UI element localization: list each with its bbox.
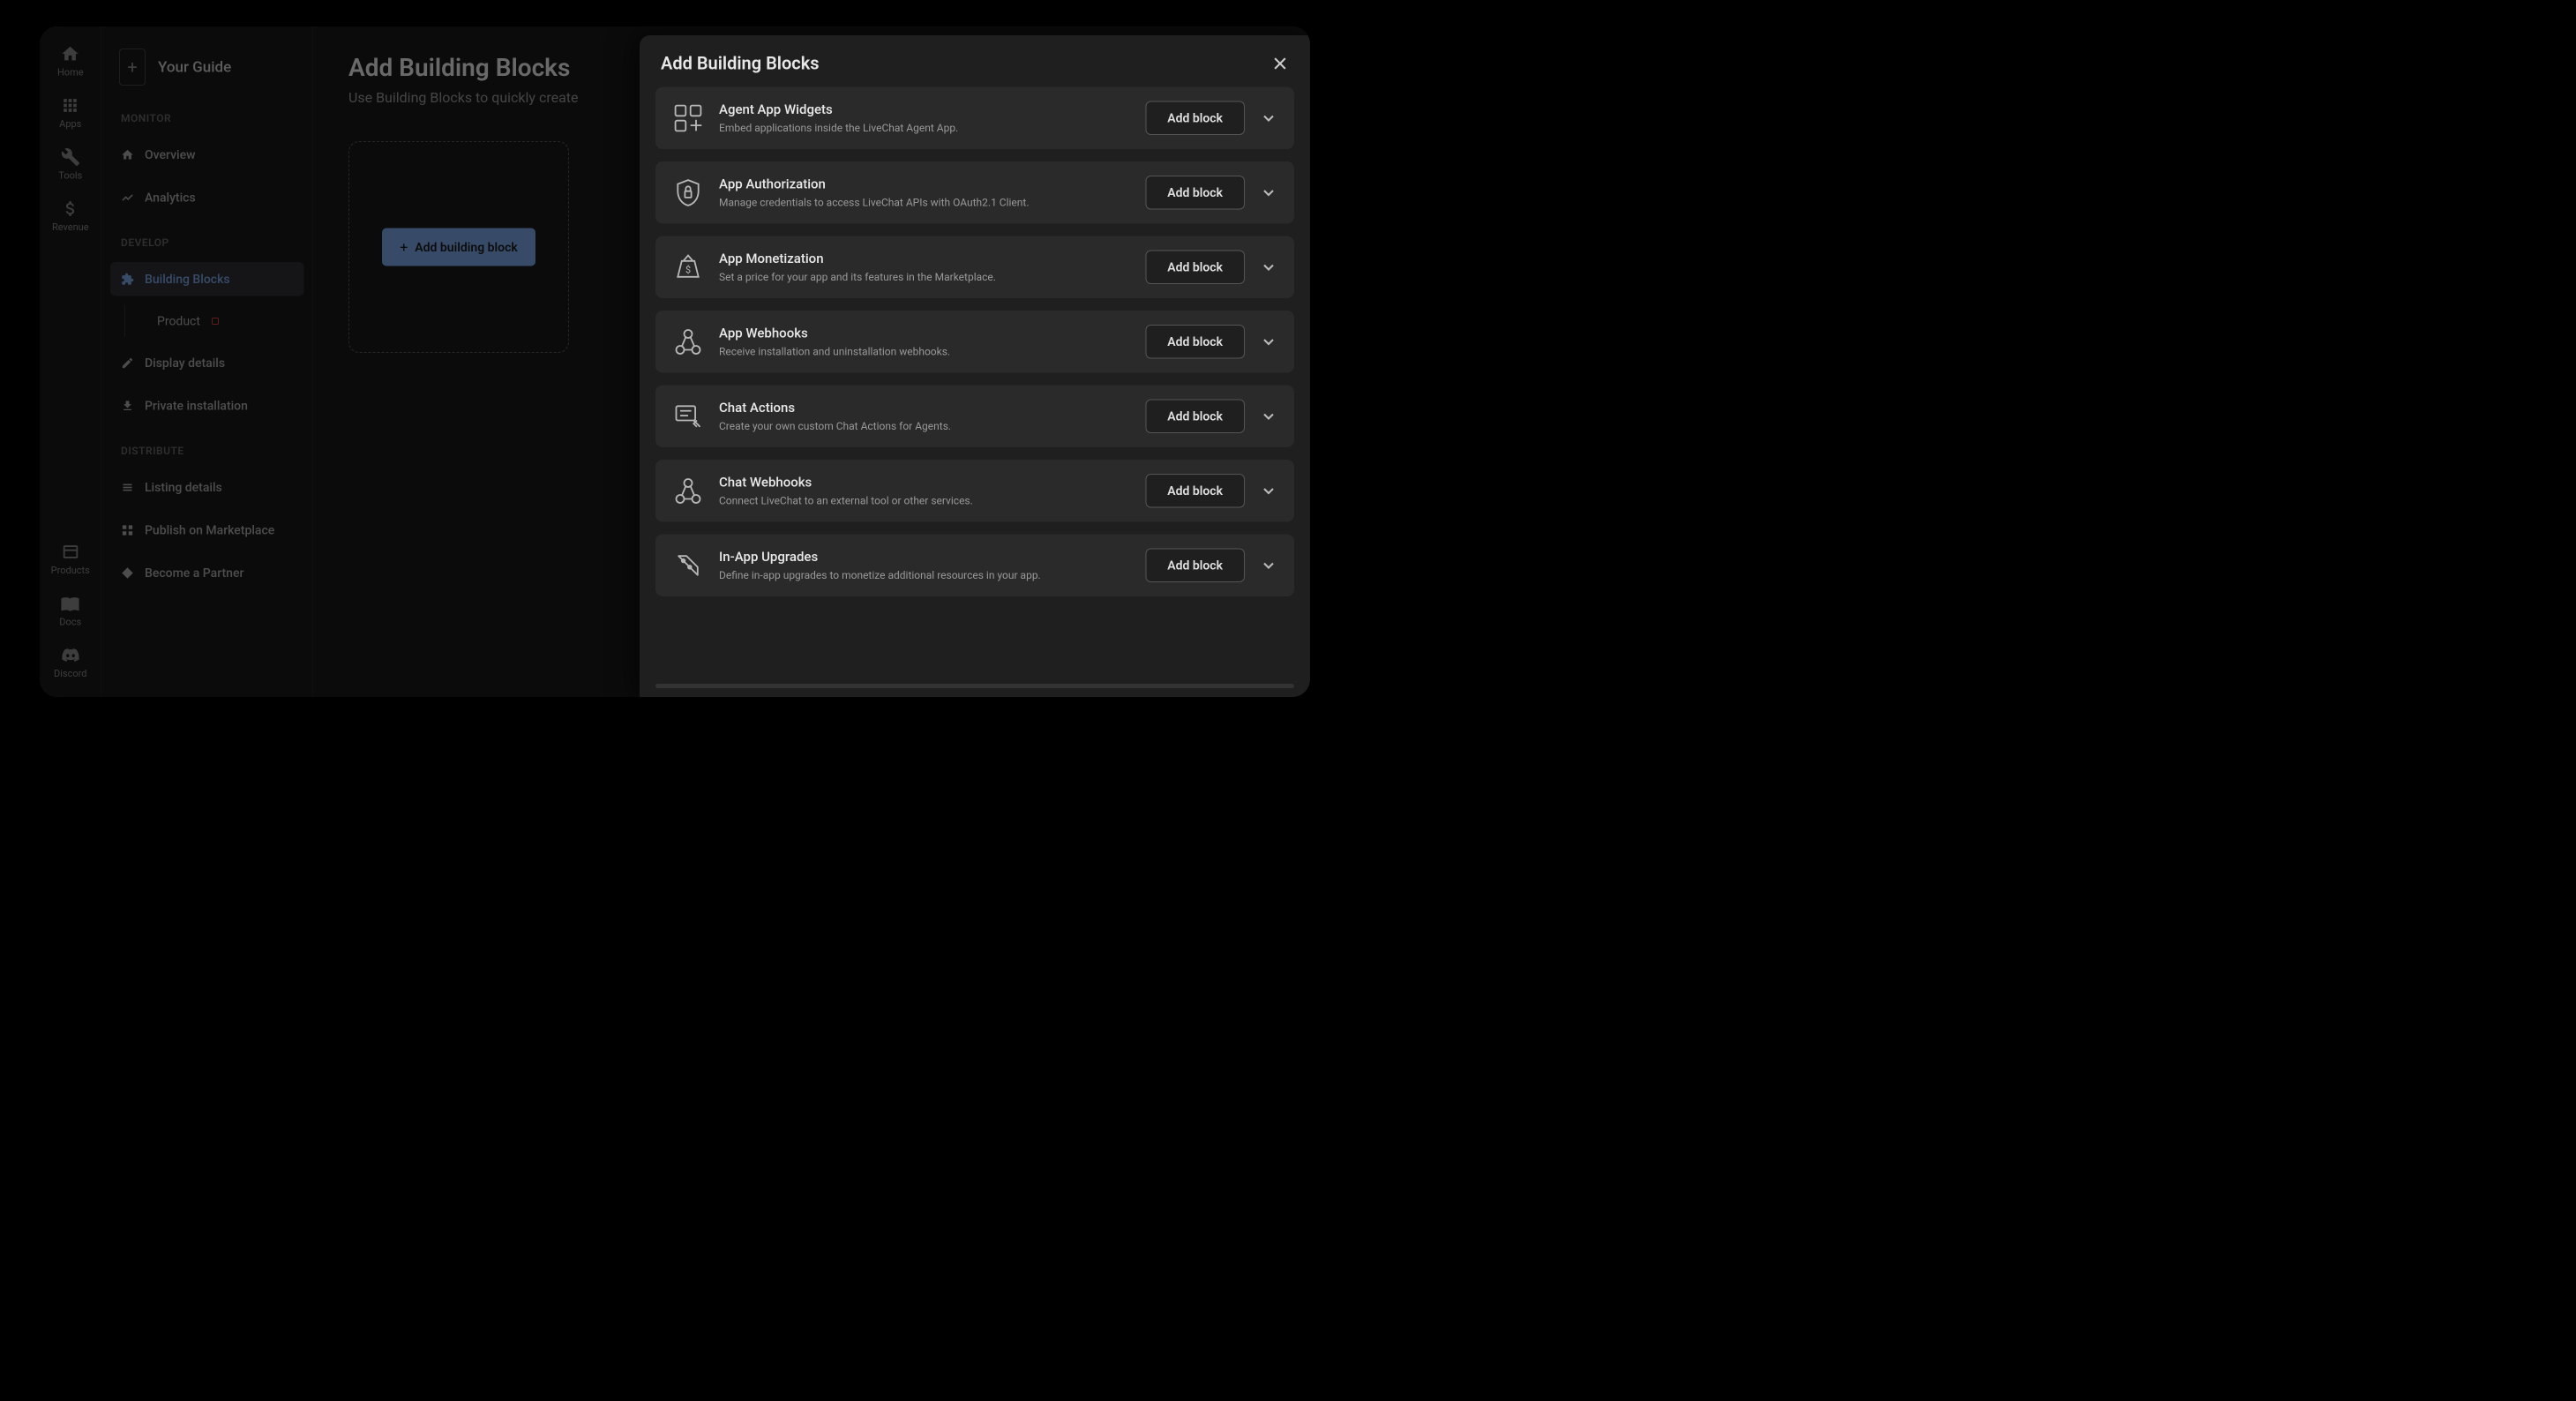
chevron-down-icon bbox=[1260, 109, 1277, 127]
chevron-down-icon bbox=[1260, 557, 1277, 574]
block-title: App Authorization bbox=[719, 176, 1130, 192]
expand-button[interactable] bbox=[1260, 184, 1277, 201]
chevron-down-icon bbox=[1260, 408, 1277, 425]
chat-actions-icon bbox=[672, 401, 704, 432]
block-description: Connect LiveChat to an external tool or … bbox=[719, 495, 1130, 507]
block-description: Receive installation and uninstallation … bbox=[719, 346, 1130, 358]
chevron-down-icon bbox=[1260, 184, 1277, 201]
in-app-upgrades-icon bbox=[672, 550, 704, 581]
add-building-blocks-modal: Add Building Blocks Agent App Widgets Em… bbox=[640, 35, 1310, 697]
agent-app-widgets-icon bbox=[672, 102, 704, 134]
block-row-agent-app-widgets: Agent App Widgets Embed applications ins… bbox=[655, 87, 1294, 150]
block-title: App Monetization bbox=[719, 251, 1130, 267]
chevron-down-icon bbox=[1260, 258, 1277, 276]
app-monetization-icon: $ bbox=[672, 251, 704, 283]
expand-button[interactable] bbox=[1260, 482, 1277, 499]
modal-title: Add Building Blocks bbox=[661, 53, 820, 74]
add-block-button[interactable]: Add block bbox=[1145, 101, 1245, 136]
block-row-app-monetization: $ App Monetization Set a price for your … bbox=[655, 236, 1294, 299]
app-authorization-icon bbox=[672, 176, 704, 208]
block-row-chat-webhooks: Chat Webhooks Connect LiveChat to an ext… bbox=[655, 460, 1294, 522]
block-description: Embed applications inside the LiveChat A… bbox=[719, 122, 1130, 134]
add-block-button[interactable]: Add block bbox=[1145, 176, 1245, 210]
expand-button[interactable] bbox=[1260, 258, 1277, 276]
chat-webhooks-icon bbox=[672, 475, 704, 506]
block-row-app-webhooks: App Webhooks Receive installation and un… bbox=[655, 311, 1294, 373]
block-row-app-authorization: App Authorization Manage credentials to … bbox=[655, 161, 1294, 224]
app-webhooks-icon bbox=[672, 326, 704, 357]
block-description: Define in-app upgrades to monetize addit… bbox=[719, 569, 1130, 581]
add-block-button[interactable]: Add block bbox=[1145, 549, 1245, 583]
block-description: Create your own custom Chat Actions for … bbox=[719, 420, 1130, 432]
close-button[interactable] bbox=[1271, 55, 1289, 72]
block-title: App Webhooks bbox=[719, 326, 1130, 341]
block-title: Agent App Widgets bbox=[719, 102, 1130, 118]
expand-button[interactable] bbox=[1260, 408, 1277, 425]
svg-text:$: $ bbox=[685, 264, 691, 275]
add-block-button[interactable]: Add block bbox=[1145, 400, 1245, 434]
close-icon bbox=[1271, 55, 1289, 72]
add-block-button[interactable]: Add block bbox=[1145, 474, 1245, 508]
chevron-down-icon bbox=[1260, 482, 1277, 499]
expand-button[interactable] bbox=[1260, 557, 1277, 574]
expand-button[interactable] bbox=[1260, 109, 1277, 127]
scrollbar-track[interactable] bbox=[655, 684, 1294, 688]
block-title: Chat Webhooks bbox=[719, 475, 1130, 491]
add-block-button[interactable]: Add block bbox=[1145, 251, 1245, 285]
block-title: Chat Actions bbox=[719, 401, 1130, 416]
block-row-chat-actions: Chat Actions Create your own custom Chat… bbox=[655, 386, 1294, 448]
block-title: In-App Upgrades bbox=[719, 550, 1130, 566]
add-block-button[interactable]: Add block bbox=[1145, 325, 1245, 359]
block-description: Set a price for your app and its feature… bbox=[719, 271, 1130, 283]
block-row-in-app-upgrades: In-App Upgrades Define in-app upgrades t… bbox=[655, 535, 1294, 597]
chevron-down-icon bbox=[1260, 333, 1277, 350]
expand-button[interactable] bbox=[1260, 333, 1277, 350]
block-description: Manage credentials to access LiveChat AP… bbox=[719, 197, 1130, 209]
